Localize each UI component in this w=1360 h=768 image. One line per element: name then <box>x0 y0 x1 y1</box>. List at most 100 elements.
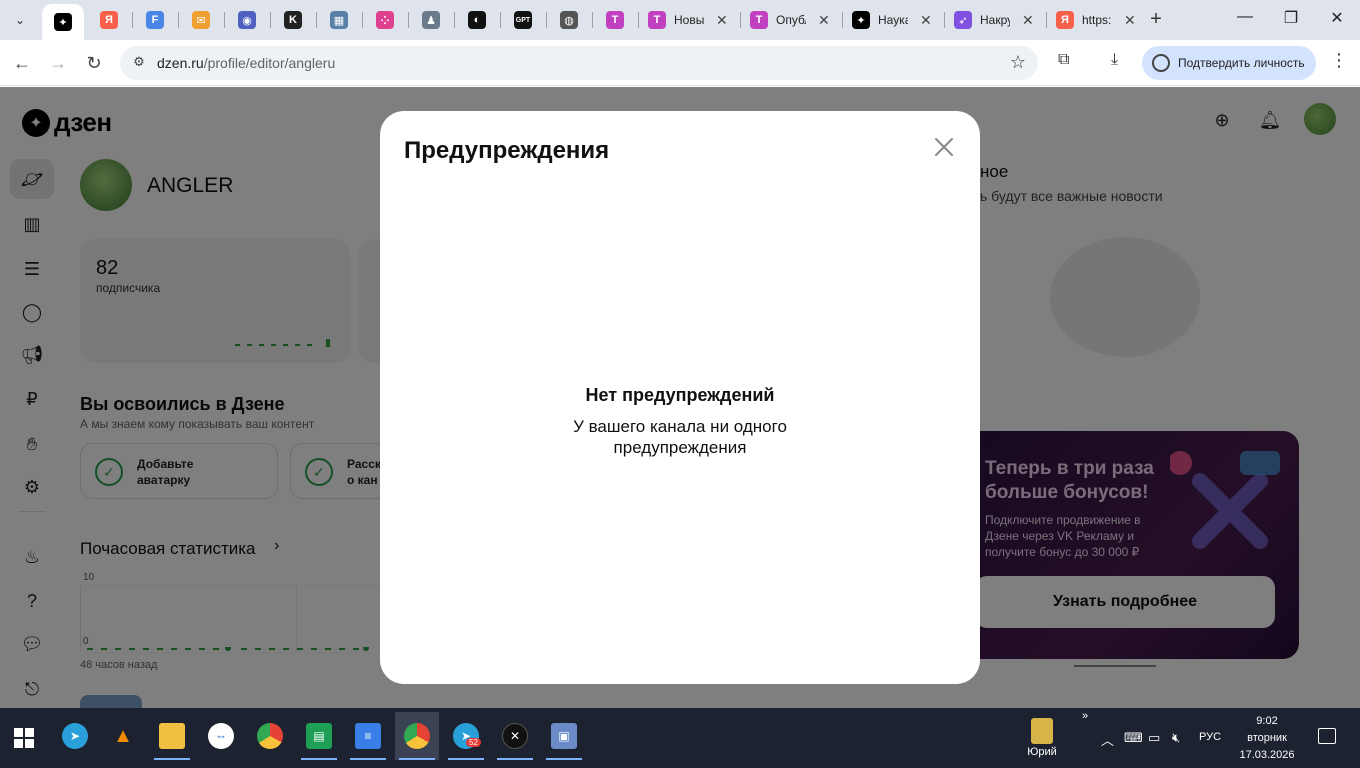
browser-tab[interactable]: ➶ Накру ✕ <box>946 5 1044 35</box>
tab-search-button[interactable]: ⌄ <box>8 8 32 32</box>
dzen-page: ✦ дзен ⊕ 🔔︎ 🪐︎ ▥ ☰ ◯ 📢︎ ₽ ✋︎ ⚙ ♨ ? 💬︎ ⎋ … <box>0 87 1360 708</box>
empty-state-text: У вашего канала ни одного предупреждения <box>573 417 787 457</box>
vlc-icon: ▲ <box>113 724 133 747</box>
close-window-button[interactable]: ✕ <box>1322 8 1352 28</box>
spreadsheet-icon: ▤ <box>306 723 332 749</box>
new-tab-button[interactable]: + <box>1145 8 1167 31</box>
browser-tab[interactable]: ♟ <box>410 5 452 35</box>
clock[interactable]: 9:02 вторник 17.03.2026 <box>1236 713 1298 764</box>
browser-tab[interactable]: ◉ <box>226 5 268 35</box>
tab-separator <box>132 12 133 28</box>
document-icon: ≡ <box>355 723 381 749</box>
browser-tab[interactable]: T <box>594 5 636 35</box>
browser-tab[interactable]: Яhttps: ✕ <box>1048 5 1146 35</box>
bookmark-star-icon[interactable]: ☆ <box>1010 52 1026 73</box>
tab-close-icon[interactable]: ✕ <box>920 12 932 29</box>
keyboard-icon[interactable]: ⌨ <box>1124 730 1143 746</box>
tray-expand-icon[interactable]: » <box>1082 710 1088 722</box>
teamviewer-icon: ⇔ <box>208 723 234 749</box>
folder-icon <box>159 723 185 749</box>
tab-separator <box>842 12 843 28</box>
minimize-button[interactable]: — <box>1230 8 1260 26</box>
chevron-up-icon[interactable]: ︿ <box>1101 730 1114 749</box>
tab-title: Накру <box>980 13 1010 27</box>
user-folder[interactable]: Юрий <box>1022 718 1062 758</box>
notifications-icon[interactable] <box>1318 728 1336 744</box>
forward-icon[interactable]: → <box>45 50 71 76</box>
volume-muted-icon[interactable]: 🔇︎ <box>1172 730 1180 746</box>
address-bar[interactable]: ⚙ dzen.ru/profile/editor/angleru ☆ <box>120 46 1038 80</box>
tab-separator <box>316 12 317 28</box>
taskbar-app-dark[interactable]: ✕ <box>493 712 537 760</box>
bus-icon: ▦ <box>330 11 348 29</box>
tab-close-icon[interactable]: ✕ <box>1124 12 1136 29</box>
taskbar-teamviewer[interactable]: ⇔ <box>199 712 243 760</box>
mail-icon: ✉ <box>192 11 210 29</box>
modal-title: Предупреждения <box>404 137 610 164</box>
extensions-icon[interactable]: ⧉ <box>1058 51 1069 69</box>
dzen-icon: ✦ <box>54 13 72 31</box>
gpt-icon: GPT <box>514 11 532 29</box>
network-icon[interactable]: ▭ <box>1148 730 1160 746</box>
yandex-icon: Я <box>1056 11 1074 29</box>
windows-taskbar: ➤ ▲ ⇔ ▤ ≡ ➤ 52 ✕ ▣ Юрий » ︿ ⌨ ▭ 🔇︎ РУС 9… <box>0 708 1360 768</box>
dzen-icon: ✦ <box>852 11 870 29</box>
browser-tab[interactable]: ◐ <box>456 5 498 35</box>
computer-icon: ▣ <box>551 723 577 749</box>
close-icon[interactable] <box>932 135 956 159</box>
language-indicator[interactable]: РУС <box>1199 731 1221 743</box>
restore-button[interactable]: ❐ <box>1276 8 1306 28</box>
site-settings-icon[interactable]: ⚙ <box>130 54 148 72</box>
verify-identity-button[interactable]: Подтвердить личность <box>1142 46 1316 80</box>
browser-tab[interactable]: ✉ <box>180 5 222 35</box>
browser-tab[interactable]: K <box>272 5 314 35</box>
tab-separator <box>944 12 945 28</box>
tab-separator <box>408 12 409 28</box>
taskbar-telegram[interactable]: ➤ <box>53 712 97 760</box>
tab-separator <box>454 12 455 28</box>
tab-separator <box>546 12 547 28</box>
browser-tab[interactable]: Я <box>88 5 130 35</box>
browser-tab[interactable]: T Новы ✕ <box>640 5 738 35</box>
taskbar-chrome-active[interactable] <box>395 712 439 760</box>
tab-separator <box>500 12 501 28</box>
yandex-icon: Я <box>100 11 118 29</box>
taskbar-network-app[interactable]: ▣ <box>542 712 586 760</box>
browser-tab[interactable]: ⁘ <box>364 5 406 35</box>
telegram-icon: ➤ <box>62 723 88 749</box>
browser-tab[interactable]: ✦ Наука ✕ <box>844 5 942 35</box>
tab-close-icon[interactable]: ✕ <box>1022 12 1034 29</box>
t-icon: T <box>648 11 666 29</box>
tab-close-icon[interactable]: ✕ <box>818 12 830 29</box>
t-icon: T <box>606 11 624 29</box>
taskbar-vlc[interactable]: ▲ <box>101 712 145 760</box>
browser-tab[interactable]: ✦ <box>42 4 84 40</box>
tab-title: Наука <box>878 13 908 27</box>
browser-menu-icon[interactable]: ⋮ <box>1330 50 1348 71</box>
tab-title: Новы <box>674 13 704 27</box>
taskbar-docs[interactable]: ≡ <box>346 712 390 760</box>
empty-state-title: Нет предупреждений <box>585 385 775 405</box>
tab-separator <box>224 12 225 28</box>
tab-separator <box>1046 12 1047 28</box>
browser-tab[interactable]: ◍ <box>548 5 590 35</box>
f-icon: F <box>146 11 164 29</box>
browser-tab[interactable]: ▦ <box>318 5 360 35</box>
back-icon[interactable]: ← <box>9 50 35 76</box>
taskbar-telegram-2[interactable]: ➤ 52 <box>444 712 488 760</box>
browser-tab[interactable]: F <box>134 5 176 35</box>
windows-start-icon[interactable] <box>14 728 34 748</box>
taskbar-explorer[interactable] <box>150 712 194 760</box>
taskbar-sheets[interactable]: ▤ <box>297 712 341 760</box>
circle-icon: ◐ <box>468 11 486 29</box>
tab-close-icon[interactable]: ✕ <box>716 12 728 29</box>
tab-title: https: <box>1082 13 1112 27</box>
globe-icon: ◍ <box>560 11 578 29</box>
warnings-modal: Предупреждения Нет предупреждений У ваше… <box>380 111 980 684</box>
download-icon[interactable]: ⤓ <box>1111 51 1118 69</box>
browser-tab[interactable]: GPT <box>502 5 544 35</box>
browser-tab[interactable]: T Опубл ✕ <box>742 5 840 35</box>
reload-icon[interactable]: ↻ <box>81 50 107 76</box>
user-icon <box>1031 718 1053 744</box>
taskbar-chrome[interactable] <box>248 712 292 760</box>
